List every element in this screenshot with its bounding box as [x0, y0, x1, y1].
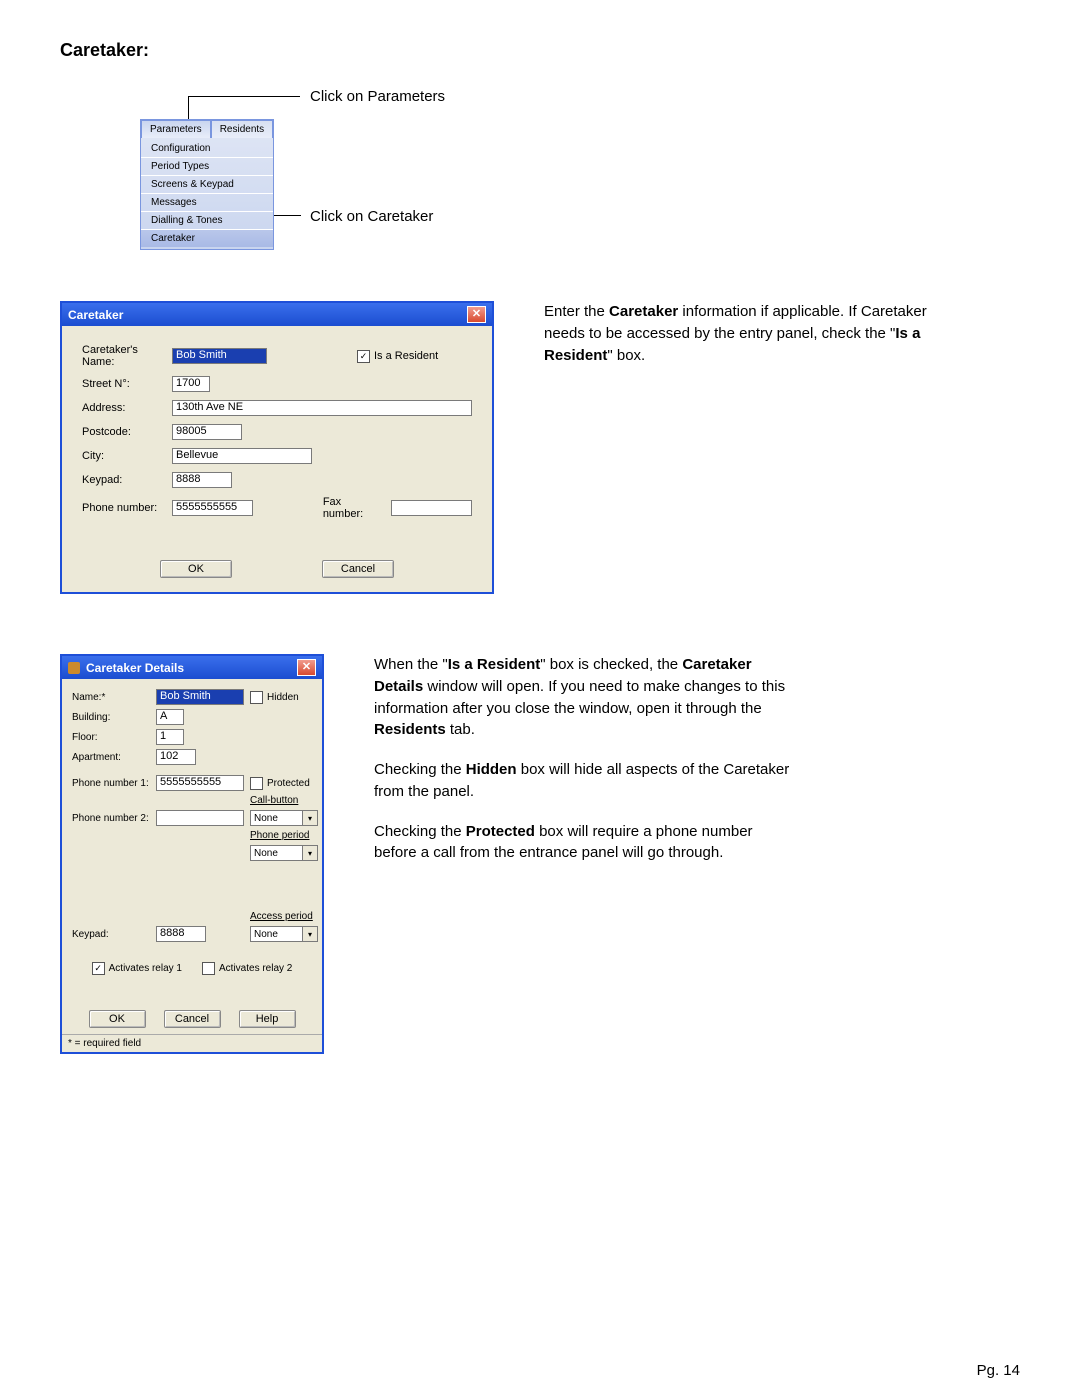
label-keypad2: Keypad: — [72, 929, 150, 940]
label-is-resident: Is a Resident — [374, 350, 438, 362]
label-phone: Phone number: — [82, 502, 172, 514]
section-title: Caretaker: — [60, 40, 1020, 61]
label-name: Name:* — [72, 692, 150, 703]
input-address[interactable]: 130th Ave NE — [172, 400, 472, 416]
label-building: Building: — [72, 712, 150, 723]
caretaker-details-dialog: Caretaker Details ✕ Name:* Bob Smith Hid… — [60, 654, 324, 1054]
input-floor[interactable]: 1 — [156, 729, 184, 745]
caretaker-dialog: Caretaker ✕ Caretaker's Name: Bob Smith … — [60, 301, 494, 594]
close-icon[interactable]: ✕ — [297, 659, 316, 676]
label-postcode: Postcode: — [82, 426, 172, 438]
chevron-down-icon: ▾ — [302, 846, 317, 860]
menu-item-messages[interactable]: Messages — [141, 193, 273, 211]
menu-item-period-types[interactable]: Period Types — [141, 157, 273, 175]
input-phone[interactable]: 5555555555 — [172, 500, 253, 516]
tab-residents[interactable]: Residents — [211, 120, 273, 138]
menu-item-caretaker[interactable]: Caretaker — [141, 229, 273, 247]
label-phoneperiod: Phone period — [250, 830, 318, 841]
label-protected: Protected — [267, 778, 310, 789]
caretaker-details-title: Caretaker Details — [86, 661, 184, 675]
input-phone2[interactable] — [156, 810, 244, 826]
select-accessperiod[interactable]: None▾ — [250, 926, 318, 942]
input-keypad[interactable]: 8888 — [172, 472, 232, 488]
caretaker-instructions: Enter the Caretaker information if appli… — [544, 301, 964, 384]
close-icon[interactable]: ✕ — [467, 306, 486, 323]
checkbox-relay2[interactable] — [202, 962, 215, 975]
label-relay1: Activates relay 1 — [109, 963, 182, 974]
label-relay2: Activates relay 2 — [219, 963, 292, 974]
label-apartment: Apartment: — [72, 752, 150, 763]
ok-button[interactable]: OK — [160, 560, 232, 578]
required-field-note: * = required field — [62, 1034, 322, 1052]
select-callbutton[interactable]: None▾ — [250, 810, 318, 826]
menu-item-dialling-tones[interactable]: Dialling & Tones — [141, 211, 273, 229]
ok-button[interactable]: OK — [89, 1010, 146, 1028]
input-keypad2[interactable]: 8888 — [156, 926, 206, 942]
input-name[interactable]: Bob Smith — [156, 689, 244, 705]
caretaker-details-instructions: When the "Is a Resident" box is checked,… — [374, 654, 794, 882]
parameters-menu: Parameters Residents Configuration Perio… — [140, 119, 274, 250]
help-button[interactable]: Help — [239, 1010, 296, 1028]
label-fax: Fax number: — [323, 496, 381, 520]
input-postcode[interactable]: 98005 — [172, 424, 242, 440]
menu-figure: Click on Parameters Click on Caretaker P… — [60, 91, 1020, 241]
cancel-button[interactable]: Cancel — [164, 1010, 221, 1028]
label-callbutton: Call-button — [250, 795, 318, 806]
label-phone1: Phone number 1: — [72, 778, 150, 789]
input-phone1[interactable]: 5555555555 — [156, 775, 244, 791]
cancel-button[interactable]: Cancel — [322, 560, 394, 578]
input-street[interactable]: 1700 — [172, 376, 210, 392]
label-phone2: Phone number 2: — [72, 813, 150, 824]
label-street: Street N°: — [82, 378, 172, 390]
checkbox-hidden[interactable] — [250, 691, 263, 704]
page-number: Pg. 14 — [977, 1362, 1020, 1379]
input-caretaker-name[interactable]: Bob Smith — [172, 348, 267, 364]
input-fax[interactable] — [391, 500, 472, 516]
checkbox-is-resident[interactable] — [357, 350, 370, 363]
input-apartment[interactable]: 102 — [156, 749, 196, 765]
label-city: City: — [82, 450, 172, 462]
label-caretaker-name: Caretaker's Name: — [82, 344, 172, 368]
checkbox-protected[interactable] — [250, 777, 263, 790]
input-building[interactable]: A — [156, 709, 184, 725]
menu-item-configuration[interactable]: Configuration — [141, 140, 273, 157]
callout-parameters: Click on Parameters — [310, 88, 445, 105]
label-keypad: Keypad: — [82, 474, 172, 486]
label-hidden: Hidden — [267, 692, 299, 703]
checkbox-relay1[interactable] — [92, 962, 105, 975]
select-phoneperiod[interactable]: None▾ — [250, 845, 318, 861]
label-address: Address: — [82, 402, 172, 414]
input-city[interactable]: Bellevue — [172, 448, 312, 464]
tab-parameters[interactable]: Parameters — [141, 120, 211, 138]
chevron-down-icon: ▾ — [302, 927, 317, 941]
label-accessperiod: Access period — [250, 911, 318, 922]
details-app-icon — [68, 662, 80, 674]
caretaker-dialog-title: Caretaker — [68, 308, 123, 322]
menu-item-screens-keypad[interactable]: Screens & Keypad — [141, 175, 273, 193]
label-floor: Floor: — [72, 732, 150, 743]
chevron-down-icon: ▾ — [302, 811, 317, 825]
callout-caretaker: Click on Caretaker — [310, 208, 433, 225]
